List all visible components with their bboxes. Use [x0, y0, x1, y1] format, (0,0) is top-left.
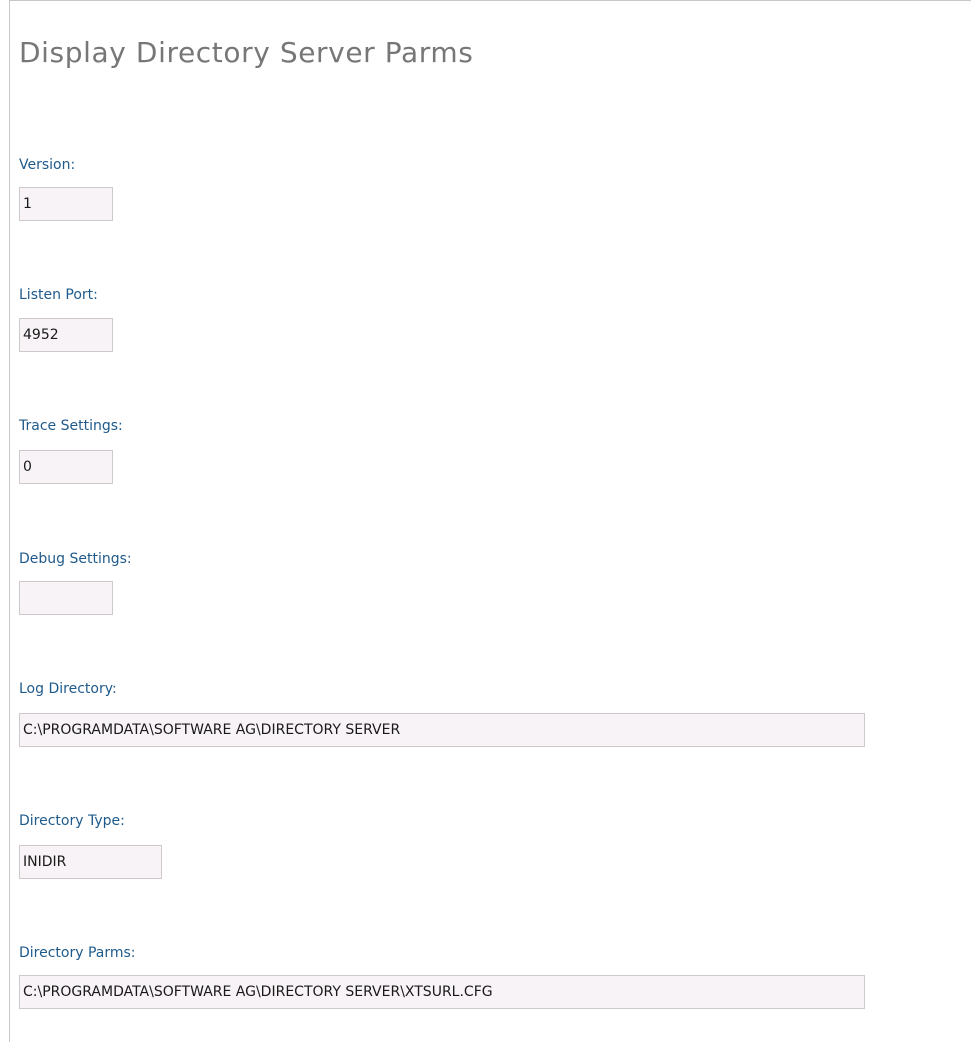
left-border [9, 0, 10, 1042]
listen-port-label: Listen Port: [19, 287, 98, 303]
directory-type-field[interactable]: INIDIR [19, 845, 162, 879]
debug-settings-field[interactable] [19, 581, 113, 615]
version-label: Version: [19, 157, 76, 173]
log-directory-field[interactable]: C:\PROGRAMDATA\SOFTWARE AG\DIRECTORY SER… [19, 713, 865, 747]
directory-parms-label: Directory Parms: [19, 945, 136, 961]
page-title: Display Directory Server Parms [19, 36, 474, 69]
listen-port-field[interactable]: 4952 [19, 318, 113, 352]
version-field[interactable]: 1 [19, 187, 113, 221]
directory-parms-field[interactable]: C:\PROGRAMDATA\SOFTWARE AG\DIRECTORY SER… [19, 975, 865, 1009]
trace-settings-field[interactable]: 0 [19, 450, 113, 484]
log-directory-label: Log Directory: [19, 681, 117, 697]
top-border [9, 0, 971, 1]
debug-settings-label: Debug Settings: [19, 551, 132, 567]
trace-settings-label: Trace Settings: [19, 418, 123, 434]
directory-type-label: Directory Type: [19, 813, 125, 829]
